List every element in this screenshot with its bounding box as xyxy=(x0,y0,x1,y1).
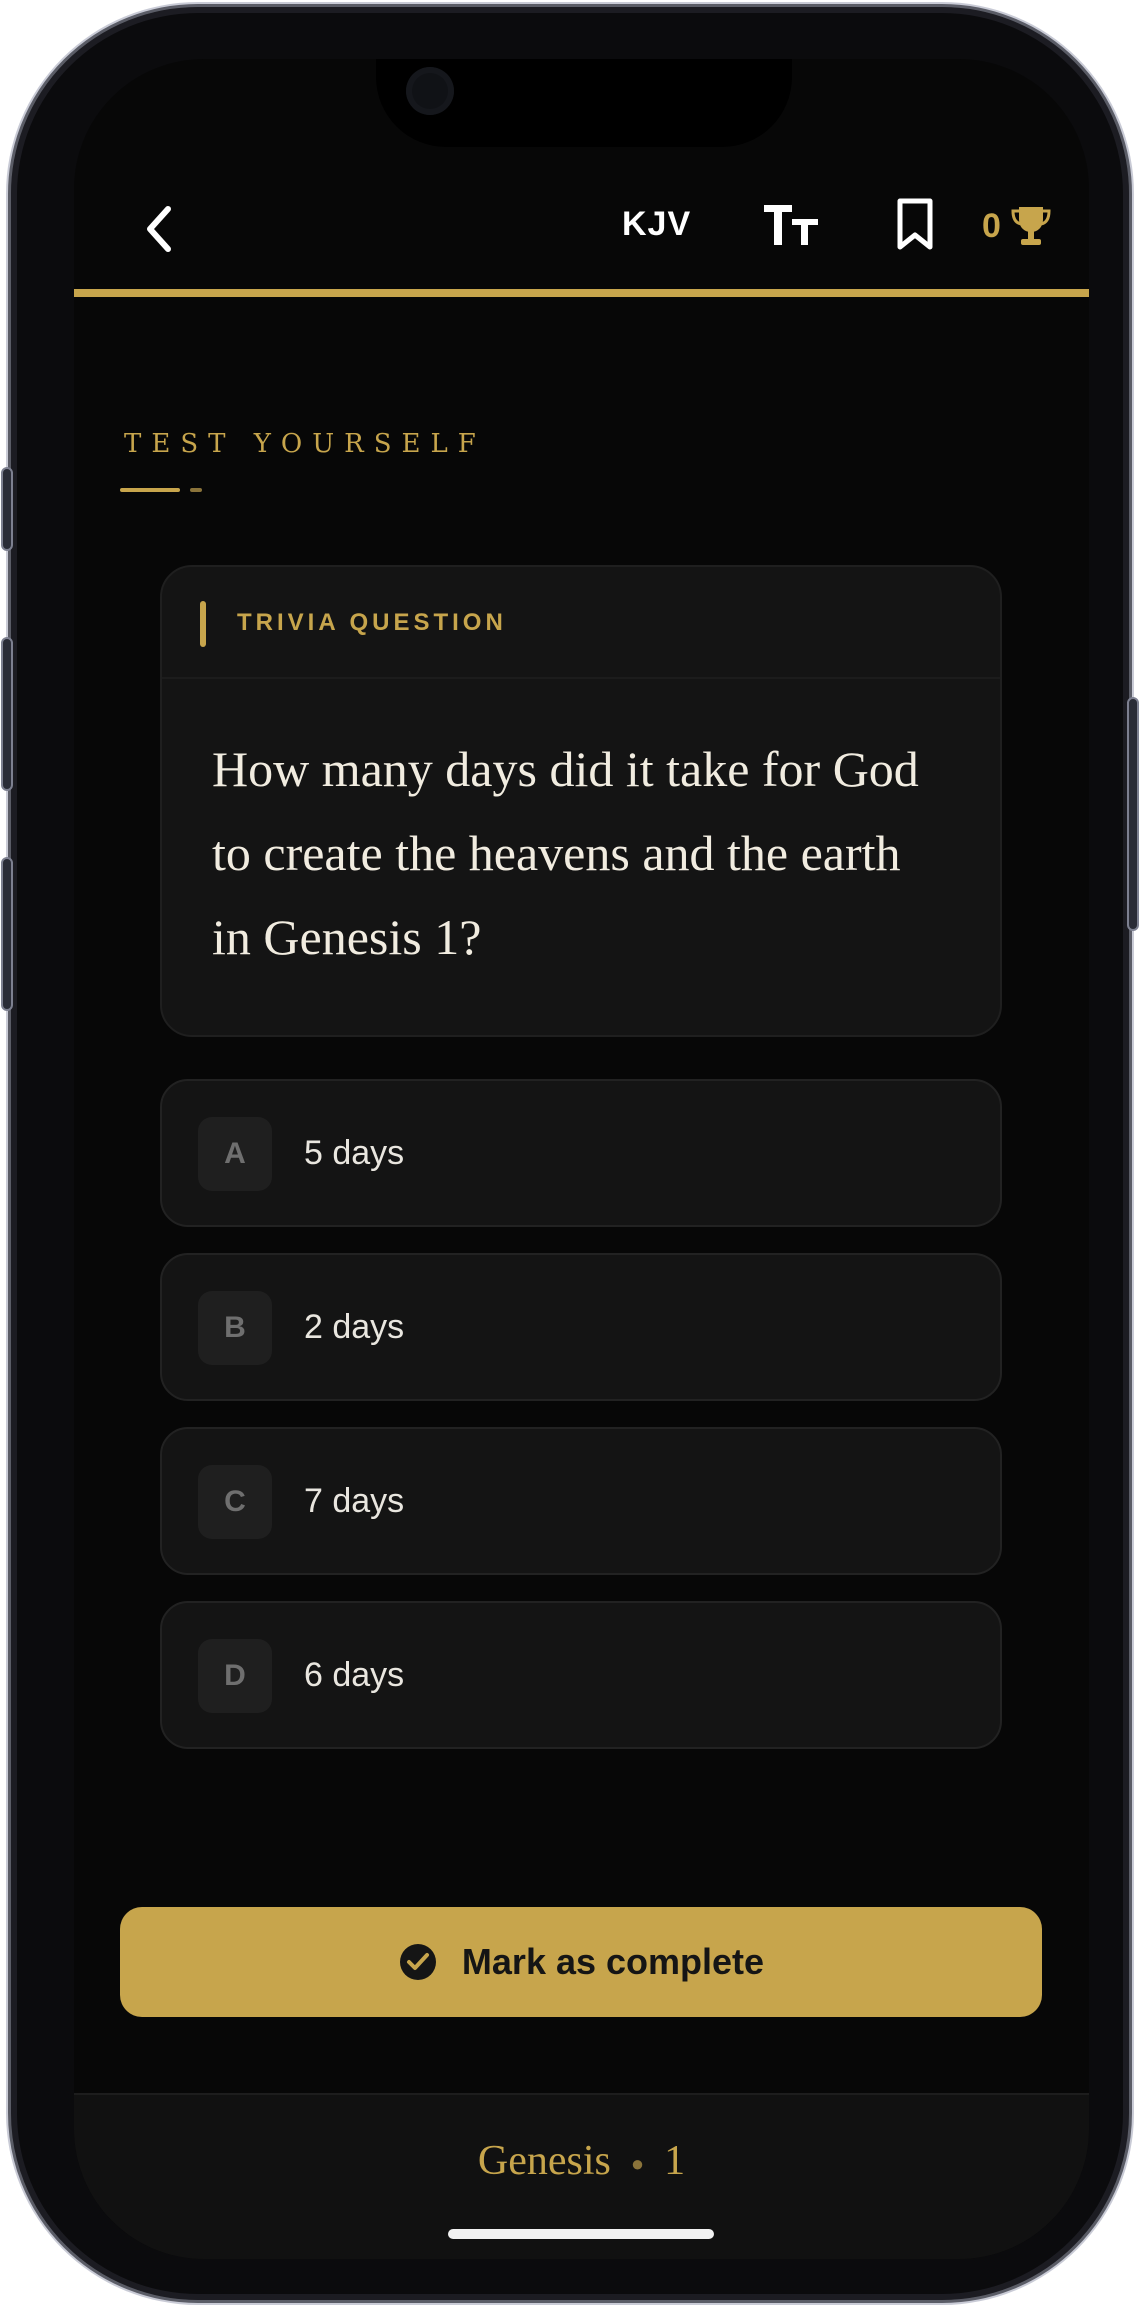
score-count: 0 xyxy=(982,206,1001,245)
phone-frame: KJV 0 TEST YOURSELF TRIVIA QUESTION How … xyxy=(1,4,1139,2303)
section-title: TEST YOURSELF xyxy=(124,429,486,459)
notch xyxy=(376,59,792,147)
top-bar: KJV 0 xyxy=(74,189,1089,279)
bookmark-button[interactable] xyxy=(892,197,938,253)
section-underline xyxy=(120,488,180,492)
chapter-number: 1 xyxy=(664,2138,686,2184)
answer-option-d[interactable]: D 6 days xyxy=(160,1601,1002,1749)
answer-option-a[interactable]: A 5 days xyxy=(160,1079,1002,1227)
home-indicator[interactable] xyxy=(448,2229,714,2239)
text-size-icon xyxy=(764,205,818,245)
front-camera xyxy=(406,67,454,115)
option-letter-badge: B xyxy=(198,1291,272,1365)
option-text: 6 days xyxy=(304,1656,405,1694)
text-size-button[interactable] xyxy=(762,201,822,249)
answer-option-c[interactable]: C 7 days xyxy=(160,1427,1002,1575)
bookmark-icon xyxy=(897,198,933,250)
back-button[interactable] xyxy=(130,199,190,259)
answer-option-b[interactable]: B 2 days xyxy=(160,1253,1002,1401)
book-name: Genesis xyxy=(477,2138,611,2184)
option-letter-badge: A xyxy=(198,1117,272,1191)
question-card-label: TRIVIA QUESTION xyxy=(237,609,507,636)
score-badge[interactable]: 0 xyxy=(982,201,1051,251)
question-card: TRIVIA QUESTION How many days did it tak… xyxy=(160,565,1002,1037)
question-card-header: TRIVIA QUESTION xyxy=(162,567,1000,679)
mark-complete-button[interactable]: Mark as complete xyxy=(120,1907,1042,2017)
reading-progress-fill xyxy=(74,289,1089,297)
power-button xyxy=(1127,697,1139,931)
reading-progress-bar xyxy=(74,289,1089,297)
separator-dot: ● xyxy=(630,2151,645,2177)
volume-up-button xyxy=(1,637,13,791)
mark-complete-label: Mark as complete xyxy=(461,1941,765,1982)
option-letter-badge: D xyxy=(198,1639,272,1713)
translation-button[interactable]: KJV xyxy=(622,205,691,244)
chevron-left-icon xyxy=(147,206,171,252)
volume-down-button xyxy=(1,857,13,1011)
option-text: 5 days xyxy=(304,1134,405,1172)
trophy-icon xyxy=(1011,207,1051,245)
card-accent-bar xyxy=(200,601,206,647)
chapter-selector[interactable]: Genesis ● 1 xyxy=(74,2137,1089,2185)
question-text: How many days did it take for God to cre… xyxy=(212,741,919,965)
section-underline-accent xyxy=(190,488,202,492)
action-button xyxy=(1,467,13,551)
check-circle-icon xyxy=(399,1944,436,1980)
screen: KJV 0 TEST YOURSELF TRIVIA QUESTION How … xyxy=(74,59,1089,2259)
option-text: 2 days xyxy=(304,1308,405,1346)
option-text: 7 days xyxy=(304,1482,405,1520)
option-letter-badge: C xyxy=(198,1465,272,1539)
